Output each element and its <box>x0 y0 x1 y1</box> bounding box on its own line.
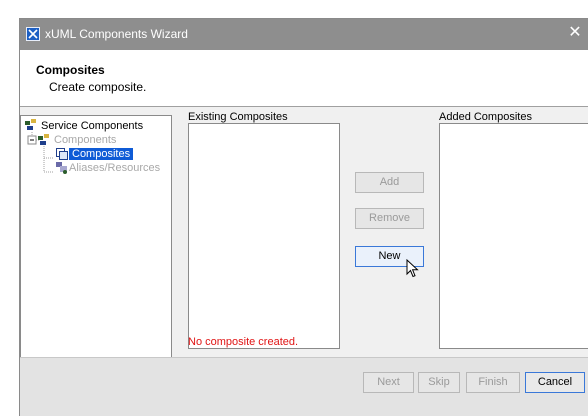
error-message: No composite created. <box>188 336 299 348</box>
skip-button[interactable]: Skip <box>418 372 460 393</box>
wizard-steps-tree: Service Components Components Composites… <box>20 115 172 376</box>
finish-button[interactable]: Finish <box>466 372 520 393</box>
existing-composites-list[interactable] <box>188 123 340 349</box>
aliases-resources-icon <box>56 162 67 174</box>
components-icon <box>38 134 49 145</box>
service-components-icon <box>25 119 36 130</box>
mouse-cursor-icon <box>406 259 419 278</box>
window-title: xUML Components Wizard <box>45 27 188 41</box>
desktop-background: xUML Components Wizard ✕ Composites Crea… <box>0 0 588 416</box>
tree-item-label: Composites <box>69 148 134 160</box>
tree-item-label: Service Components <box>41 120 144 132</box>
page-heading: Composites <box>36 63 105 77</box>
add-button[interactable]: Add <box>355 172 424 193</box>
wizard-window: xUML Components Wizard ✕ Composites Crea… <box>19 18 588 416</box>
cancel-button[interactable]: Cancel <box>525 372 585 393</box>
app-icon <box>26 27 40 41</box>
close-icon[interactable]: ✕ <box>566 24 584 42</box>
added-composites-list[interactable] <box>439 123 588 349</box>
tree-item-label: Aliases/Resources <box>69 162 161 174</box>
tree-item-components[interactable]: Components <box>54 133 116 147</box>
next-button[interactable]: Next <box>363 372 414 393</box>
wizard-banner: Composites Create composite. <box>20 50 588 107</box>
page-subtitle: Create composite. <box>49 80 147 94</box>
added-composites-label: Added Composites <box>439 111 532 123</box>
title-bar[interactable]: xUML Components Wizard ✕ <box>20 19 588 50</box>
tree-item-service-components[interactable]: Service Components <box>41 119 143 133</box>
composites-icon <box>56 148 68 160</box>
footer-bar: Next Skip Finish Cancel <box>20 358 588 416</box>
tree-item-aliases-resources[interactable]: Aliases/Resources <box>69 161 160 175</box>
existing-composites-label: Existing Composites <box>188 111 288 123</box>
tree-item-label: Components <box>54 134 117 146</box>
remove-button[interactable]: Remove <box>355 208 424 229</box>
tree-item-composites[interactable]: Composites <box>69 147 134 161</box>
